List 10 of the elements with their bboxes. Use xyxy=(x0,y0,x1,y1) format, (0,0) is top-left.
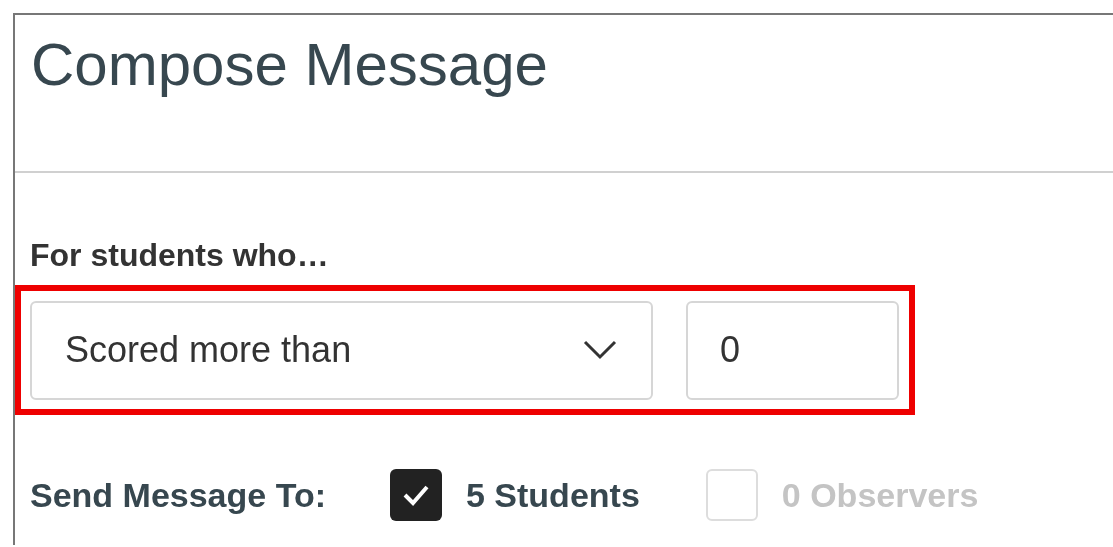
checkbox-label: 5 Students xyxy=(466,474,640,516)
recipients-label: Send Message To: xyxy=(30,474,326,516)
criteria-label: For students who… xyxy=(30,236,329,275)
checkbox-label: 0 Observers xyxy=(781,474,979,516)
checkmark-icon xyxy=(402,484,430,506)
condition-dropdown[interactable]: Scored more than xyxy=(30,300,653,400)
checkbox[interactable] xyxy=(390,469,442,521)
chevron-down-icon xyxy=(583,340,617,360)
page-title: Compose Message xyxy=(31,30,548,100)
score-input[interactable]: 0 xyxy=(686,300,899,400)
